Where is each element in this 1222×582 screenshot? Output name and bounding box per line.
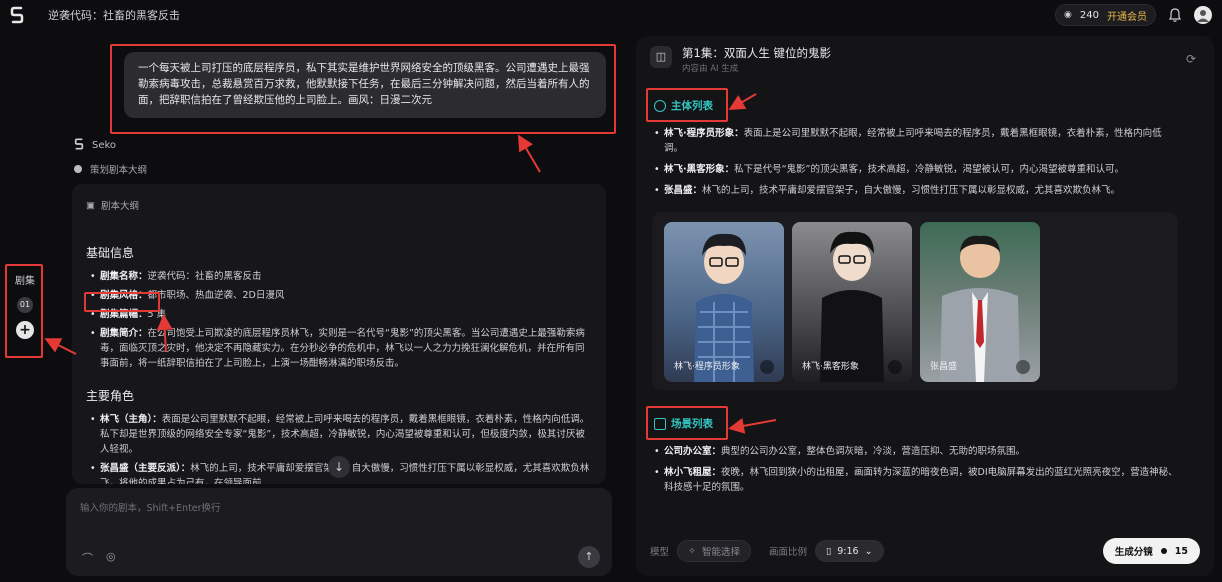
character-card-label: 张昌盛	[930, 362, 958, 372]
top-bar: 逆袭代码：社畜的黑客反击 ◉ 240 开通会员	[0, 0, 1222, 30]
character-card[interactable]: 林飞·程序员形象	[664, 222, 784, 382]
episode-header: ◫ 第1集：双面人生 键位的鬼影 内容由 AI 生成	[650, 46, 831, 74]
annotation-arrow	[517, 134, 541, 173]
assistant-status: 策划剧本大纲	[74, 162, 147, 176]
episode-subtitle: 内容由 AI 生成	[682, 64, 739, 74]
chevron-down-icon: ⌄	[864, 545, 873, 557]
ratio-value: 9:16	[837, 545, 859, 557]
character-portrait-image	[940, 235, 1020, 382]
composer-input[interactable]: 输入你的剧本，Shift+Enter换行	[80, 500, 221, 514]
character-list-heading: 主体列表	[654, 98, 713, 113]
episode-footer: 模型 ✧ 智能选择 画面比例 ▯ 9:16 ⌄ 生成分镜 15	[650, 538, 1200, 564]
episode-rail: 剧集 01 +	[8, 262, 42, 356]
generate-cost: 15	[1174, 545, 1188, 557]
status-dot-icon	[74, 165, 82, 173]
add-episode-button[interactable]: +	[16, 321, 34, 339]
assistant-header: Seko	[74, 138, 116, 153]
generate-storyboard-button[interactable]: 生成分镜 15	[1102, 538, 1200, 564]
scene-list-heading: 场景列表	[654, 416, 713, 431]
generate-label: 生成分镜	[1114, 547, 1153, 558]
basic-info-item: 剧集风格：都市职场、热血逆袭、2D日漫风	[86, 288, 592, 303]
scene-item: 公司办公室：典型的公司办公室，整体色调灰暗，冷淡，营造压抑、无助的职场氛围。	[650, 444, 1180, 459]
character-portrait-image	[820, 231, 884, 382]
character-item: 林飞·黑客形象：私下是代号“鬼影”的顶尖黑客，技术高超，冷静敏锐，渴望被认可，内…	[650, 162, 1180, 177]
logo-icon[interactable]	[10, 6, 26, 24]
scroll-down-button[interactable]: ↓	[328, 456, 350, 478]
ratio-select[interactable]: ▯ 9:16 ⌄	[815, 540, 884, 562]
scene-item: 林小飞租屋：夜晚，林飞回到狭小的出租屋，画面转为深蓝的暗夜色调，被DI电脑屏幕发…	[650, 465, 1180, 495]
sound-icon[interactable]	[1016, 360, 1030, 374]
phone-icon: ▯	[826, 545, 832, 557]
character-item: 张昌盛：林飞的上司，技术平庸却爱摆官架子，自大傲慢，习惯性打压下属以彰显权威，尤…	[650, 183, 1180, 198]
outline-header: ▣ 剧本大纲	[72, 184, 606, 220]
outline-header-label: 剧本大纲	[100, 201, 139, 212]
role-item: 林飞（主角）：表面是公司里默默不起眼，经常被上司呼来喝去的程序员，戴着黑框眼镜，…	[86, 412, 592, 457]
basic-info-item: 剧集名称：逆袭代码：社畜的黑客反击	[86, 269, 592, 284]
mic-icon[interactable]: ◎	[106, 550, 116, 563]
ratio-label: 画面比例	[769, 547, 808, 558]
character-card-label: 林飞·程序员形象	[674, 362, 740, 372]
assistant-status-text: 策划剧本大纲	[90, 165, 148, 176]
document-icon: ▣	[86, 199, 95, 211]
credits-count: 240	[1079, 9, 1099, 21]
credit-dot-icon	[1160, 548, 1167, 554]
character-list-label: 主体列表	[671, 100, 713, 112]
refresh-icon[interactable]: ⟳	[1186, 52, 1196, 66]
attach-icon[interactable]: ⌒	[82, 550, 93, 566]
episode-title: 第1集：双面人生 键位的鬼影	[682, 46, 831, 60]
sound-icon[interactable]	[760, 360, 774, 374]
vip-button[interactable]: 开通会员	[1107, 8, 1147, 23]
arrow-down-icon: ↓	[333, 460, 345, 474]
outline-card: ▣ 剧本大纲 基础信息 剧集名称：逆袭代码：社畜的黑客反击 剧集风格：都市职场、…	[72, 184, 606, 484]
avatar[interactable]	[1194, 6, 1212, 24]
character-list: 林飞·程序员形象：表面上是公司里默默不起眼，经常被上司呼来喝去的程序员，戴着黑框…	[650, 120, 1180, 204]
episode-rail-label: 剧集	[15, 276, 35, 287]
basic-info-item-episodes: 剧集篇幅：5 集	[86, 307, 592, 322]
outline-body: 基础信息 剧集名称：逆袭代码：社畜的黑客反击 剧集风格：都市职场、热血逆袭、2D…	[72, 220, 606, 484]
top-right-controls: ◉ 240 开通会员	[1055, 4, 1212, 26]
main-roles-title: 主要角色	[86, 389, 135, 403]
episode-panel: ◫ 第1集：双面人生 键位的鬼影 内容由 AI 生成 ⟳ 主体列表 林飞·程序员…	[636, 36, 1214, 576]
basic-info-item: 剧集简介：在公司饱受上司欺凌的底层程序员林飞，实则是一名代号“鬼影”的顶尖黑客。…	[86, 326, 592, 371]
character-card[interactable]: 林飞·黑客形象	[792, 222, 912, 382]
character-item: 林飞·程序员形象：表面上是公司里默默不起眼，经常被上司呼来喝去的程序员，戴着黑框…	[650, 126, 1180, 156]
scene-list-label: 场景列表	[671, 418, 713, 430]
credit-icon: ◉	[1064, 10, 1072, 20]
seko-logo-icon	[74, 138, 84, 153]
character-card[interactable]: 张昌盛	[920, 222, 1040, 382]
user-prompt-bubble: 一个每天被上司打压的底层程序员，私下其实是维护世界网络安全的顶级黑客。公司遭遇史…	[124, 52, 606, 118]
model-select[interactable]: ✧ 智能选择	[677, 540, 751, 562]
scene-icon	[654, 417, 666, 430]
episode-01-button[interactable]: 01	[17, 297, 33, 313]
sound-icon[interactable]	[888, 360, 902, 374]
page-title: 逆袭代码：社畜的黑客反击	[48, 9, 180, 22]
character-gallery: 林飞·程序员形象 林飞·黑客形象 张昌盛	[652, 212, 1178, 390]
basic-info-title: 基础信息	[86, 246, 135, 260]
credits-pill[interactable]: ◉ 240 开通会员	[1055, 4, 1156, 26]
bell-icon[interactable]	[1166, 6, 1184, 24]
image-icon: ◫	[650, 46, 672, 68]
scene-list: 公司办公室：典型的公司办公室，整体色调灰暗，冷淡，营造压抑、无助的职场氛围。 林…	[650, 438, 1180, 501]
model-label: 模型	[650, 547, 670, 558]
model-select-value: 智能选择	[701, 547, 740, 558]
assistant-name: Seko	[92, 140, 117, 151]
composer: 输入你的剧本，Shift+Enter换行 ⌒ ◎ ↑	[66, 488, 612, 576]
send-button[interactable]: ↑	[578, 546, 600, 568]
character-card-label: 林飞·黑客形象	[802, 362, 859, 372]
character-portrait-image	[694, 233, 754, 382]
sparkle-icon: ✧	[688, 545, 696, 557]
character-icon	[654, 99, 666, 112]
